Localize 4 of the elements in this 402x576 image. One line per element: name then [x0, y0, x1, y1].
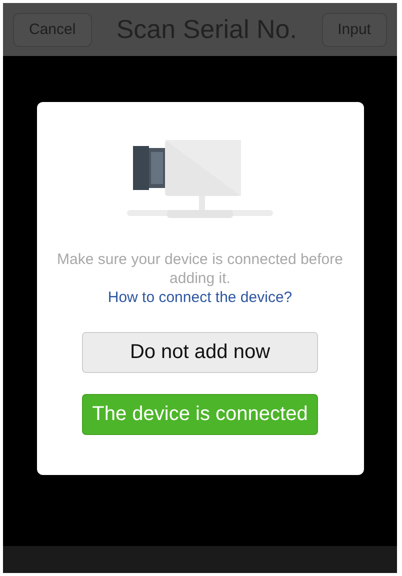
instruction-text: Make sure your device is connected before adding it.	[56, 250, 344, 288]
confirm-button[interactable]: The device is connected	[82, 394, 318, 435]
skip-button[interactable]: Do not add now	[82, 332, 318, 373]
help-link[interactable]: How to connect the device?	[108, 288, 292, 307]
